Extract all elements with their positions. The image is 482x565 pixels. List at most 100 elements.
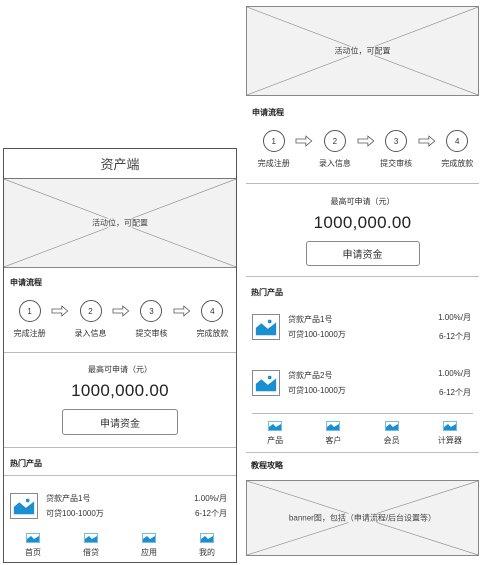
image-icon <box>26 533 40 543</box>
product-name: 贷款产品1号 <box>46 494 91 503</box>
product-meta: 1.00%/月 6-12个月 <box>438 310 471 344</box>
flow-step-3: 3 提交审核 <box>374 130 417 169</box>
product-name: 贷款产品2号 <box>288 371 333 380</box>
product-image-icon <box>252 314 280 340</box>
category-item-products[interactable]: 产品 <box>253 421 297 446</box>
flow-step-2: 2 录入信息 <box>313 130 356 169</box>
flow-steps: 1 完成注册 2 录入信息 3 提交审核 4 完成放款 <box>246 118 479 169</box>
step-label: 完成注册 <box>13 329 46 338</box>
apply-funds-button[interactable]: 申请资金 <box>305 241 420 266</box>
flow-step-4: 4 完成放款 <box>436 130 479 169</box>
product-rate: 1.00%/月 <box>438 369 471 378</box>
nav-item-loan[interactable]: 借贷 <box>69 533 113 558</box>
step-number: 1 <box>18 300 41 322</box>
category-nav: 产品 客户 会员 计算器 <box>246 414 479 446</box>
flow-step-1: 1 完成注册 <box>252 130 295 169</box>
nav-item-apps[interactable]: 应用 <box>127 533 171 558</box>
flow-step-2: 2 录入信息 <box>69 300 112 339</box>
hot-products-title: 热门产品 <box>251 288 283 297</box>
product-info: 贷款产品1号 可贷100-1000万 <box>288 314 346 340</box>
nav-label: 借贷 <box>83 548 99 557</box>
image-icon <box>13 498 35 515</box>
step-label: 提交审核 <box>135 329 168 338</box>
flow-steps: 1 完成注册 2 录入信息 3 提交审核 4 完成放款 <box>4 288 236 339</box>
step-label: 录入信息 <box>318 159 351 168</box>
product-card-1[interactable]: 贷款产品1号 可贷100-1000万 1.00%/月 6-12个月 <box>10 491 227 521</box>
product-range: 可贷100-1000万 <box>288 330 346 339</box>
category-label: 客户 <box>325 436 342 445</box>
arrow-right-icon <box>51 305 69 317</box>
activity-banner-label: 活动位，可配置 <box>332 46 393 56</box>
arrow-right-icon <box>173 305 191 317</box>
right-phone-frame: 活动位，可配置 申请流程 1 完成注册 2 录入信息 3 提交审核 4 完成放款… <box>246 0 479 565</box>
page-title: 资产端 <box>4 149 236 179</box>
arrow-right-icon <box>296 135 313 147</box>
product-image-icon <box>252 370 280 396</box>
arrow-right-icon <box>357 135 375 147</box>
activity-banner[interactable]: 活动位，可配置 <box>246 6 479 96</box>
product-info: 贷款产品1号 可贷100-1000万 <box>46 493 104 519</box>
product-meta: 1.00%/月 6-12个月 <box>194 491 227 521</box>
image-icon <box>384 421 399 431</box>
category-item-calculator[interactable]: 计算器 <box>428 421 472 446</box>
tutorial-banner-label: banner图，包括（申请流程/后台设置等） <box>286 513 439 523</box>
product-info: 贷款产品2号 可贷100-1000万 <box>288 370 346 396</box>
category-item-customers[interactable]: 客户 <box>311 421 355 446</box>
step-number: 2 <box>323 130 346 152</box>
flow-step-1: 1 完成注册 <box>8 300 51 339</box>
step-number: 3 <box>140 300 163 322</box>
flow-title: 申请流程 <box>10 278 42 287</box>
image-icon <box>326 421 341 431</box>
divider <box>4 475 236 476</box>
category-label: 会员 <box>383 436 400 445</box>
flow-title: 申请流程 <box>252 108 284 117</box>
nav-item-mine[interactable]: 我的 <box>185 533 229 558</box>
product-term: 6-12个月 <box>438 388 471 397</box>
apply-funds-button[interactable]: 申请资金 <box>62 409 178 435</box>
step-label: 完成放款 <box>441 159 474 168</box>
step-number: 4 <box>446 130 469 152</box>
quota-label: 最高可申请（元） <box>330 197 395 206</box>
quota-amount: 1000,000.00 <box>71 381 169 400</box>
page-title-text: 资产端 <box>100 157 140 172</box>
image-icon <box>142 533 156 543</box>
left-phone-frame: 资产端 活动位，可配置 申请流程 1 完成注册 2 录入信息 3 提交审核 4 … <box>3 148 237 563</box>
product-range: 可贷100-1000万 <box>46 509 104 518</box>
step-number: 3 <box>385 130 408 152</box>
category-label: 产品 <box>267 436 284 445</box>
image-icon <box>255 319 277 336</box>
step-label: 录入信息 <box>74 329 107 338</box>
nav-label: 首页 <box>25 548 41 557</box>
step-label: 完成放款 <box>196 329 229 338</box>
quota-label: 最高可申请（元） <box>88 365 152 374</box>
quota-section: 最高可申请（元） 1000,000.00 申请资金 <box>4 353 236 435</box>
product-card-2[interactable]: 贷款产品2号 可贷100-1000万 1.00%/月 6-12个月 <box>252 366 471 400</box>
product-rate: 1.00%/月 <box>438 313 471 322</box>
quota-amount: 1000,000.00 <box>313 213 412 232</box>
hot-products-title: 热门产品 <box>10 459 42 468</box>
image-icon <box>255 375 277 392</box>
nav-item-home[interactable]: 首页 <box>11 533 55 558</box>
nav-label: 应用 <box>141 548 157 557</box>
image-icon <box>443 421 457 431</box>
tutorial-banner[interactable]: banner图，包括（申请流程/后台设置等） <box>246 480 479 556</box>
tutorial-title: 教程攻略 <box>251 461 283 470</box>
product-term: 6-12个月 <box>194 509 227 518</box>
quota-section: 最高可申请（元） 1000,000.00 申请资金 <box>246 184 479 266</box>
step-number: 4 <box>201 300 224 322</box>
activity-banner-label: 活动位，可配置 <box>90 218 150 228</box>
category-item-members[interactable]: 会员 <box>370 421 414 446</box>
arrow-right-icon <box>112 305 130 317</box>
nav-label: 我的 <box>199 548 215 557</box>
product-card-1[interactable]: 贷款产品1号 可贷100-1000万 1.00%/月 6-12个月 <box>252 310 471 344</box>
step-label: 完成注册 <box>257 159 290 168</box>
step-number: 2 <box>79 300 102 322</box>
product-name: 贷款产品1号 <box>288 315 333 324</box>
flow-step-3: 3 提交审核 <box>130 300 173 339</box>
image-icon <box>84 533 98 543</box>
product-term: 6-12个月 <box>438 332 471 341</box>
step-label: 提交审核 <box>380 159 413 168</box>
step-number: 1 <box>262 130 285 152</box>
product-meta: 1.00%/月 6-12个月 <box>438 366 471 400</box>
activity-banner[interactable]: 活动位，可配置 <box>4 179 236 268</box>
